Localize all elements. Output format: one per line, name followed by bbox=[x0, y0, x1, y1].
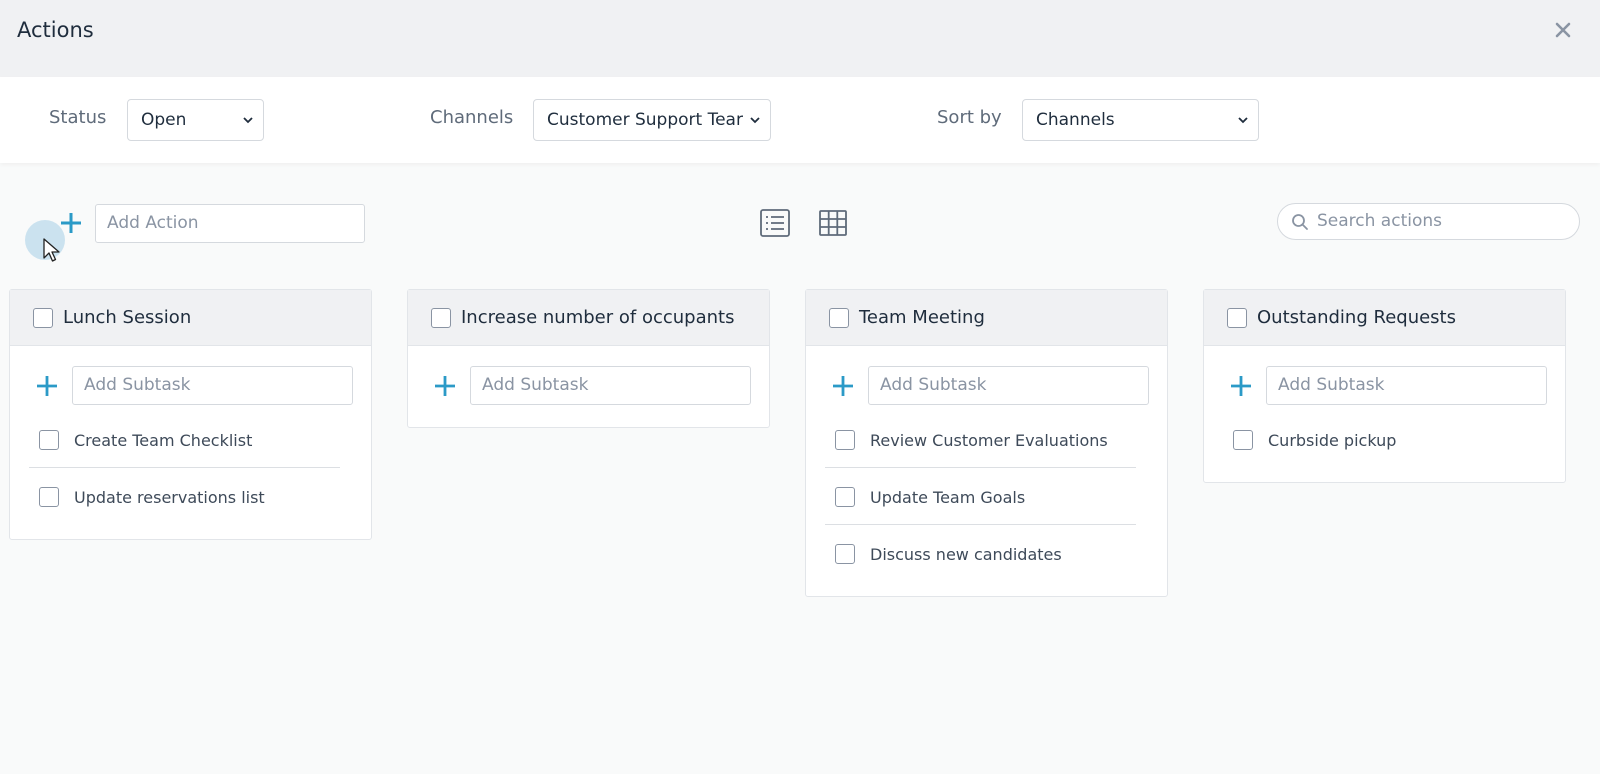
subtask-label: Update reservations list bbox=[74, 488, 265, 507]
card-title: Team Meeting bbox=[859, 307, 985, 328]
subtask-checkbox[interactable] bbox=[835, 430, 855, 450]
channels-label: Channels bbox=[430, 107, 514, 128]
add-subtask-plus-icon[interactable] bbox=[36, 375, 58, 397]
card-title: Increase number of occupants bbox=[461, 307, 735, 328]
list-view-icon[interactable] bbox=[759, 208, 791, 238]
card-header: Increase number of occupants bbox=[408, 290, 769, 346]
subtask-checkbox[interactable] bbox=[39, 487, 59, 507]
filter-bar: Status Open Channels Customer Support Te… bbox=[0, 77, 1600, 163]
card-title: Lunch Session bbox=[63, 307, 192, 328]
subtask-label: Discuss new candidates bbox=[870, 545, 1062, 564]
grid-view-icon[interactable] bbox=[817, 208, 849, 238]
subtask-checkbox[interactable] bbox=[835, 487, 855, 507]
card-checkbox[interactable] bbox=[1227, 308, 1247, 328]
close-icon[interactable] bbox=[1551, 18, 1575, 42]
add-subtask-input[interactable]: Add Subtask bbox=[868, 366, 1149, 405]
add-subtask-plus-icon[interactable] bbox=[832, 375, 854, 397]
chevron-down-icon bbox=[1238, 117, 1248, 124]
subtask-item: Update Team Goals bbox=[825, 468, 1136, 525]
add-subtask-plus-icon[interactable] bbox=[434, 375, 456, 397]
subtask-item: Discuss new candidates bbox=[825, 525, 1136, 582]
sort-select-value: Channels bbox=[1036, 110, 1115, 130]
modal-title: Actions bbox=[17, 18, 94, 42]
search-icon bbox=[1292, 214, 1308, 230]
subtask-checkbox[interactable] bbox=[835, 544, 855, 564]
card-header: Lunch Session bbox=[10, 290, 371, 346]
action-card: Increase number of occupants Add Subtask bbox=[407, 289, 770, 428]
action-card: Outstanding Requests Add Subtask Curbsid… bbox=[1203, 289, 1566, 483]
card-checkbox[interactable] bbox=[829, 308, 849, 328]
add-action-input[interactable]: Add Action bbox=[95, 204, 365, 243]
add-action-plus-icon[interactable] bbox=[59, 211, 83, 235]
subtask-checkbox[interactable] bbox=[1233, 430, 1253, 450]
card-header: Team Meeting bbox=[806, 290, 1167, 346]
card-header: Outstanding Requests bbox=[1204, 290, 1565, 346]
status-select[interactable]: Open bbox=[127, 99, 264, 141]
add-subtask-plus-icon[interactable] bbox=[1230, 375, 1252, 397]
subtask-item: Update reservations list bbox=[29, 468, 340, 525]
chevron-down-icon bbox=[750, 117, 760, 124]
subtask-checkbox[interactable] bbox=[39, 430, 59, 450]
sort-select[interactable]: Channels bbox=[1022, 99, 1259, 141]
add-subtask-input[interactable]: Add Subtask bbox=[72, 366, 353, 405]
subtask-item: Create Team Checklist bbox=[29, 411, 340, 468]
search-placeholder: Search actions bbox=[1317, 211, 1442, 231]
subtask-label: Review Customer Evaluations bbox=[870, 431, 1108, 450]
subtask-item: Review Customer Evaluations bbox=[825, 411, 1136, 468]
search-actions-input[interactable]: Search actions bbox=[1277, 203, 1580, 240]
subtask-item: Curbside pickup bbox=[1223, 411, 1534, 468]
subtask-label: Update Team Goals bbox=[870, 488, 1026, 507]
action-card: Lunch Session Add Subtask Create Team Ch… bbox=[9, 289, 372, 540]
add-subtask-input[interactable]: Add Subtask bbox=[1266, 366, 1547, 405]
subtask-label: Create Team Checklist bbox=[74, 431, 253, 450]
channels-select[interactable]: Customer Support Tear bbox=[533, 99, 771, 141]
card-checkbox[interactable] bbox=[431, 308, 451, 328]
status-select-value: Open bbox=[141, 110, 187, 130]
mouse-cursor-icon bbox=[43, 238, 60, 262]
modal-header: Actions bbox=[0, 0, 1600, 77]
subtask-label: Curbside pickup bbox=[1268, 431, 1397, 450]
channels-select-value: Customer Support Tear bbox=[547, 110, 743, 130]
sort-label: Sort by bbox=[937, 107, 1002, 128]
card-checkbox[interactable] bbox=[33, 308, 53, 328]
card-title: Outstanding Requests bbox=[1257, 307, 1456, 328]
action-card: Team Meeting Add Subtask Review Customer… bbox=[805, 289, 1168, 597]
chevron-down-icon bbox=[243, 117, 253, 124]
status-label: Status bbox=[49, 107, 107, 128]
add-subtask-input[interactable]: Add Subtask bbox=[470, 366, 751, 405]
